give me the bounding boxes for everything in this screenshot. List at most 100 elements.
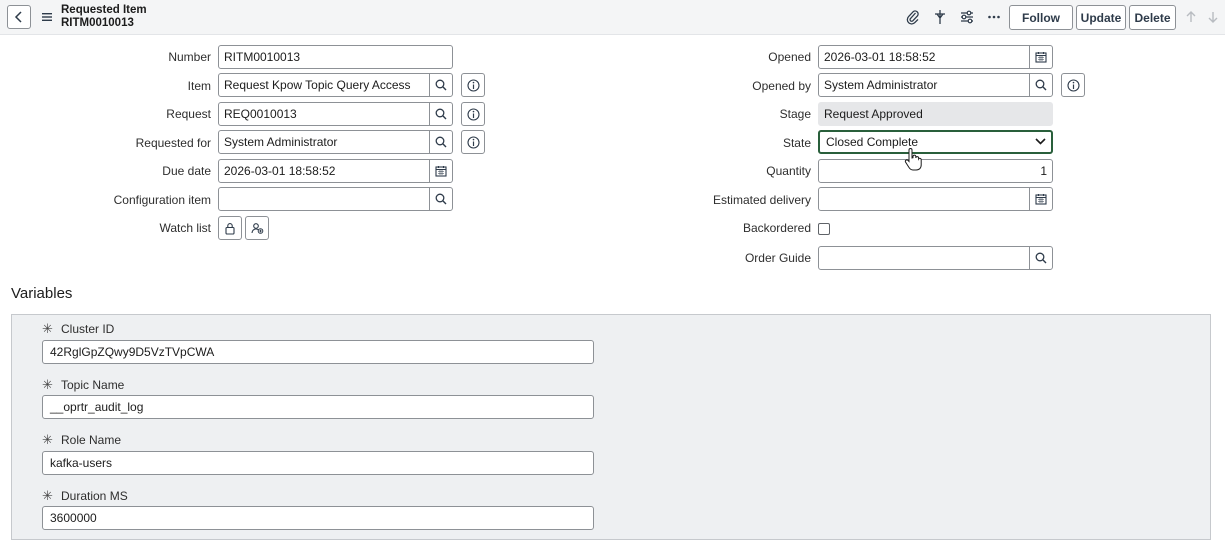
opened-by-label: Opened by	[752, 79, 811, 93]
configuration-item-lookup-button[interactable]	[429, 188, 452, 210]
record-type: Requested Item	[61, 4, 147, 16]
variables-title: Variables	[11, 285, 73, 302]
estimated-delivery-label: Estimated delivery	[712, 193, 811, 207]
requested-for-info-button[interactable]	[461, 130, 485, 154]
order-guide-lookup-button[interactable]	[1029, 247, 1052, 269]
duration-ms-label-text: Duration MS	[61, 489, 128, 503]
request-lookup-button[interactable]	[429, 103, 452, 125]
opened-by-info-button[interactable]	[1061, 73, 1085, 97]
state-label: State	[782, 136, 811, 150]
search-icon	[435, 79, 447, 91]
info-icon	[466, 135, 480, 149]
order-guide-field[interactable]	[818, 246, 1053, 270]
configuration-item-field[interactable]	[218, 187, 453, 211]
hamburger-menu-icon[interactable]	[40, 10, 54, 24]
opened-field[interactable]: 2026-03-01 18:58:52	[818, 45, 1053, 69]
topic-name-label-text: Topic Name	[61, 378, 125, 392]
due-date-value: 2026-03-01 18:58:52	[224, 164, 336, 178]
duration-ms-input[interactable]: 3600000	[42, 506, 594, 530]
request-field[interactable]: REQ0010013	[218, 102, 453, 126]
requested-for-label: Requested for	[135, 136, 211, 150]
requested-for-value: System Administrator	[224, 135, 338, 149]
cluster-id-label-text: Cluster ID	[61, 322, 115, 336]
role-name-label-text: Role Name	[61, 433, 122, 447]
request-value: REQ0010013	[224, 107, 297, 121]
opened-by-lookup-button[interactable]	[1029, 74, 1052, 96]
quantity-label: Quantity	[766, 164, 811, 178]
requested-for-lookup-button[interactable]	[429, 131, 452, 153]
required-asterisk-icon: ✳	[42, 488, 53, 503]
calendar-icon	[1035, 52, 1047, 63]
chevron-left-icon	[14, 11, 22, 23]
stage-field: Request Approved	[818, 102, 1053, 126]
duration-ms-label: ✳ Duration MS	[42, 488, 128, 504]
role-name-label: ✳ Role Name	[42, 432, 121, 448]
item-info-button[interactable]	[461, 73, 485, 97]
opened-value: 2026-03-01 18:58:52	[824, 50, 936, 64]
record-number: RITM0010013	[61, 17, 134, 29]
due-date-field[interactable]: 2026-03-01 18:58:52	[218, 159, 453, 183]
stage-label: Stage	[779, 107, 811, 121]
opened-label: Opened	[768, 50, 811, 64]
update-button[interactable]: Update	[1076, 5, 1126, 30]
requested-for-field[interactable]: System Administrator	[218, 130, 453, 154]
topic-name-label: ✳ Topic Name	[42, 377, 124, 393]
calendar-icon	[1035, 194, 1047, 205]
cluster-id-label: ✳ Cluster ID	[42, 321, 114, 337]
number-field[interactable]: RITM0010013	[218, 45, 453, 69]
info-icon	[1066, 78, 1080, 92]
lock-icon	[225, 222, 235, 235]
request-label: Request	[166, 107, 211, 121]
configuration-item-label: Configuration item	[113, 193, 211, 207]
state-select[interactable]: Closed Complete	[818, 130, 1053, 154]
due-date-calendar-button[interactable]	[429, 160, 452, 182]
item-field[interactable]: Request Kpow Topic Query Access	[218, 73, 453, 97]
search-icon	[435, 136, 447, 148]
required-asterisk-icon: ✳	[42, 432, 53, 447]
arrow-down-icon[interactable]	[1205, 9, 1221, 25]
watch-list-label: Watch list	[159, 221, 211, 235]
backordered-checkbox[interactable]	[818, 223, 830, 235]
variables-panel: ✳ Cluster ID 42RglGpZQwy9D5VzTVpCWA ✳ To…	[11, 314, 1211, 540]
info-icon	[466, 107, 480, 121]
settings-sliders-icon[interactable]	[959, 9, 975, 25]
chevron-down-icon	[1035, 138, 1046, 145]
backordered-label: Backordered	[742, 221, 811, 235]
delete-button[interactable]: Delete	[1129, 5, 1176, 30]
required-asterisk-icon: ✳	[42, 377, 53, 392]
estimated-delivery-field[interactable]	[818, 187, 1053, 211]
search-icon	[1035, 79, 1047, 91]
paperclip-icon[interactable]	[905, 9, 921, 25]
item-label: Item	[187, 79, 211, 93]
role-name-input[interactable]: kafka-users	[42, 451, 594, 475]
topic-name-input[interactable]: __oprtr_audit_log	[42, 395, 594, 419]
item-lookup-button[interactable]	[429, 74, 452, 96]
activity-sparkle-icon[interactable]	[932, 9, 948, 25]
search-icon	[435, 108, 447, 120]
opened-calendar-button[interactable]	[1029, 46, 1052, 68]
quantity-field[interactable]: 1	[818, 159, 1053, 183]
search-icon	[1035, 252, 1047, 264]
follow-button[interactable]: Follow	[1009, 5, 1073, 30]
opened-by-field[interactable]: System Administrator	[818, 73, 1053, 97]
add-user-icon	[250, 222, 263, 234]
due-date-label: Due date	[162, 164, 211, 178]
arrow-up-icon[interactable]	[1183, 9, 1199, 25]
watch-list-lock-button[interactable]	[218, 216, 242, 240]
search-icon	[435, 193, 447, 205]
calendar-icon	[435, 166, 447, 177]
opened-by-value: System Administrator	[824, 78, 938, 92]
watch-list-add-me-button[interactable]	[245, 216, 269, 240]
cluster-id-input[interactable]: 42RglGpZQwy9D5VzTVpCWA	[42, 340, 594, 364]
number-label: Number	[168, 50, 211, 64]
estimated-delivery-calendar-button[interactable]	[1029, 188, 1052, 210]
form-header: Requested Item RITM0010013 Follow Update…	[0, 0, 1225, 35]
request-info-button[interactable]	[461, 102, 485, 126]
more-options-icon[interactable]	[986, 9, 1002, 25]
back-button[interactable]	[7, 5, 31, 29]
item-value: Request Kpow Topic Query Access	[224, 78, 411, 92]
info-icon	[466, 78, 480, 92]
hand-pointer-cursor-icon	[904, 148, 922, 171]
record-title: Requested Item RITM0010013	[61, 4, 147, 30]
order-guide-label: Order Guide	[744, 251, 811, 265]
